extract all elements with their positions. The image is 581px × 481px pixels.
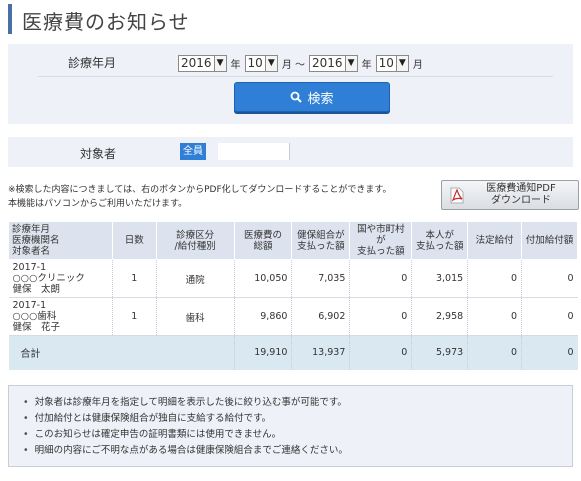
page-header: 医療費のお知らせ	[8, 4, 573, 34]
col-header-insurer-paid: 健保組合が 支払った額	[291, 221, 351, 260]
list-item: 付加給付とは健康保険組合が独自に支給する給付です。	[23, 411, 572, 427]
col-header-public-paid: 国や市町村が 支払った額	[349, 221, 413, 260]
search-button-label: 検索	[307, 91, 334, 107]
insurer-paid-cell: 6,902	[291, 297, 351, 336]
list-item: 対象者は診療年月を指定して明細を表示した後に絞り込む事が可能です。	[23, 395, 572, 411]
public-paid-cell: 0	[349, 335, 413, 370]
additional-cell: 0	[521, 259, 578, 298]
treatment-month: 2017-1	[12, 300, 47, 311]
self-paid-cell: 2,958	[411, 297, 469, 336]
treatment-month: 2017-1	[12, 262, 47, 273]
to-month-value: 10	[378, 56, 394, 70]
from-year-value: 2016	[181, 56, 212, 70]
table-row: 2017-1 ○○○歯科 健保 花子 1 歯科 9,860 6,902 0 2,95…	[8, 297, 578, 336]
col-header-days: 日数	[111, 221, 157, 260]
treatment-month-label: 診療年月	[68, 56, 117, 70]
public-paid-cell: 0	[349, 297, 413, 336]
year-unit: 年	[230, 59, 241, 71]
table-header-row: 診療年月 医療機関名 対象者名 日数 診療区分/給付種別 医療費の 総額 健保組合が支…	[8, 221, 578, 260]
col-header-category: 診療区分/給付種別	[155, 221, 235, 260]
total-cell: 19,910	[234, 335, 293, 370]
to-year-value: 2016	[312, 56, 343, 70]
additional-cell: 0	[521, 297, 578, 336]
page-title: 医療費のお知らせ	[22, 10, 190, 34]
pdf-button-line2: ダウンロード	[491, 195, 551, 206]
divider	[38, 76, 553, 77]
pdf-note-line2: 本機能はパソコンからご利用いただけます。	[8, 199, 188, 209]
list-item: 明細の内容にご不明な点がある場合は健康保険組合までご連絡ください。	[23, 443, 572, 459]
statutory-cell: 0	[467, 335, 523, 370]
pdf-button-line1: 医療費通知PDF	[486, 183, 556, 194]
pdf-note: ※検索した内容につきましては、右のボタンからPDF化してダウンロードすることがで…	[8, 183, 428, 211]
date-range: 2016 ▼ 年 10 ▼ 月 ～ 2016 ▼ 年 10 ▼ 月	[178, 54, 427, 72]
patient-name: 健保 太朗	[12, 284, 61, 295]
target-person-field[interactable]	[218, 143, 290, 160]
additional-cell: 0	[521, 335, 578, 370]
info-cell: 2017-1 ○○○クリニック 健保 太朗	[8, 259, 113, 298]
from-month-select[interactable]: 10 ▼	[244, 54, 278, 72]
total-row: 合計 19,910 13,937 0 5,973 0 0	[8, 335, 578, 370]
chevron-down-icon: ▼	[213, 55, 226, 71]
col-header-additional: 付加給付額	[521, 221, 578, 260]
patient-name: 健保 花子	[12, 322, 61, 333]
medical-expense-table: 診療年月 医療機関名 対象者名 日数 診療区分/給付種別 医療費の 総額 健保組合が支…	[8, 221, 578, 370]
chevron-down-icon: ▼	[344, 55, 357, 71]
category-cell: 通院	[156, 259, 235, 298]
month-unit: 月 ～	[281, 59, 306, 71]
category-cell: 歯科	[156, 297, 235, 336]
days-cell: 1	[112, 259, 157, 298]
col-header-statutory: 法定給付	[467, 221, 523, 260]
pdf-button-label: 医療費通知PDF ダウンロード	[464, 183, 578, 207]
total-cell: 9,860	[234, 297, 293, 336]
statutory-cell: 0	[467, 297, 523, 336]
facility-name: ○○○クリニック	[12, 273, 85, 284]
pdf-note-line1: ※検索した内容につきましては、右のボタンからPDF化してダウンロードすることがで…	[8, 185, 392, 195]
month-unit: 月	[412, 59, 423, 71]
year-unit: 年	[361, 59, 372, 71]
list-item: このお知らせは確定申告の証明書類には使用できません。	[23, 427, 572, 443]
statutory-cell: 0	[467, 259, 523, 298]
days-cell: 1	[112, 297, 157, 336]
pdf-icon	[450, 187, 464, 203]
chevron-down-icon: ▼	[264, 55, 277, 71]
facility-name: ○○○歯科	[12, 311, 57, 322]
info-cell: 2017-1 ○○○歯科 健保 花子	[8, 297, 113, 336]
table-row: 2017-1 ○○○クリニック 健保 太朗 1 通院 10,050 7,035 0 …	[8, 259, 578, 298]
total-label: 合計	[8, 335, 235, 370]
insurer-paid-cell: 7,035	[291, 259, 351, 298]
chevron-down-icon: ▼	[395, 55, 408, 71]
pdf-download-button[interactable]: 医療費通知PDF ダウンロード	[441, 180, 579, 210]
col-header-total: 医療費の 総額	[233, 221, 293, 260]
self-paid-cell: 3,015	[411, 259, 469, 298]
to-year-select[interactable]: 2016 ▼	[309, 54, 358, 72]
search-icon	[291, 91, 303, 103]
from-year-select[interactable]: 2016 ▼	[178, 54, 227, 72]
col-header-self-paid: 本人が 支払った額	[411, 221, 469, 260]
search-button[interactable]: 検索	[234, 82, 390, 112]
total-cell: 10,050	[234, 259, 293, 298]
search-panel: 診療年月 2016 ▼ 年 10 ▼ 月 ～ 2016 ▼ 年 10 ▼ 月 検索	[8, 44, 573, 124]
from-month-value: 10	[247, 56, 263, 70]
target-label: 対象者	[80, 147, 117, 161]
to-month-select[interactable]: 10 ▼	[375, 54, 409, 72]
notice-box: 対象者は診療年月を指定して明細を表示した後に絞り込む事が可能です。 付加給付とは…	[8, 385, 573, 467]
target-panel: 対象者 全員	[8, 137, 573, 167]
self-paid-cell: 5,973	[411, 335, 469, 370]
public-paid-cell: 0	[349, 259, 413, 298]
notice-list: 対象者は診療年月を指定して明細を表示した後に絞り込む事が可能です。 付加給付とは…	[9, 386, 572, 459]
col-header-info: 診療年月 医療機関名 対象者名	[8, 221, 113, 260]
all-members-button[interactable]: 全員	[180, 143, 206, 160]
insurer-paid-cell: 13,937	[291, 335, 351, 370]
